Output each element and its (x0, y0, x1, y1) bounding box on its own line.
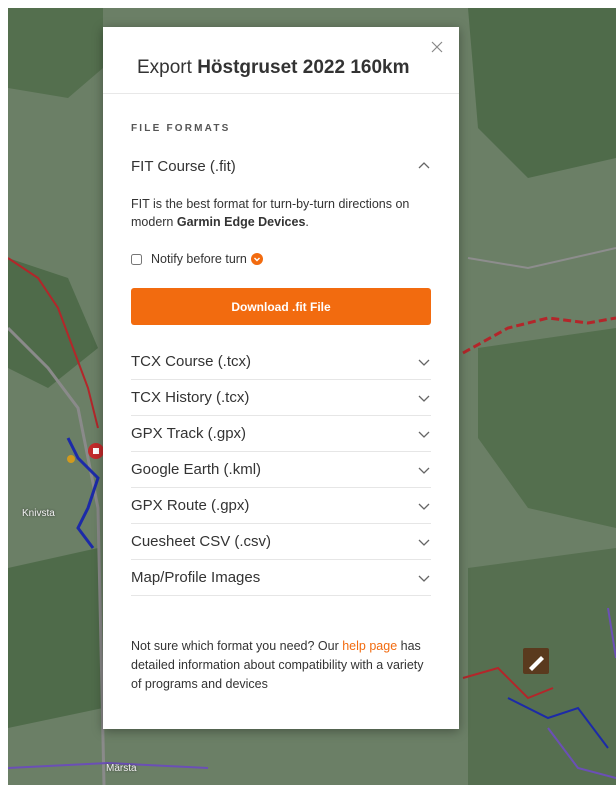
format-row-tcx-history[interactable]: TCX History (.tcx) (131, 380, 431, 416)
title-prefix: Export (137, 57, 192, 78)
map-place-label: Märsta (106, 763, 137, 774)
chevron-down-icon (418, 467, 430, 474)
title-route-name: Höstgruset 2022 160km (197, 57, 410, 78)
format-row-google-earth[interactable]: Google Earth (.kml) (131, 452, 431, 488)
format-label: TCX Course (.tcx) (131, 353, 252, 370)
close-icon[interactable] (429, 39, 445, 55)
notify-label: Notify before turn (151, 252, 247, 266)
format-row-cuesheet-csv[interactable]: Cuesheet CSV (.csv) (131, 524, 431, 560)
format-label: FIT Course (.fit) (131, 157, 236, 175)
format-label: Map/Profile Images (131, 569, 261, 586)
download-fit-button[interactable]: Download .fit File (131, 288, 431, 325)
chevron-down-icon (418, 539, 430, 546)
chevron-down-icon (418, 359, 430, 366)
format-fit-header[interactable]: FIT Course (.fit) (131, 148, 431, 184)
title-divider (103, 93, 459, 94)
format-row-tcx-course[interactable]: TCX Course (.tcx) (131, 344, 431, 380)
format-label: Cuesheet CSV (.csv) (131, 533, 272, 550)
description-bold: Garmin Edge Devices (176, 215, 306, 229)
format-label: Google Earth (.kml) (131, 461, 262, 478)
description-suffix: . (305, 215, 309, 229)
chevron-up-icon (418, 162, 430, 169)
chevron-down-icon (418, 575, 430, 582)
chevron-down-icon (418, 431, 430, 438)
format-label: GPX Route (.gpx) (131, 497, 250, 514)
notify-option[interactable]: Notify before turn (131, 252, 263, 266)
notify-checkbox[interactable] (131, 253, 142, 265)
map-place-label: Knivsta (22, 508, 55, 519)
section-label: FILE FORMATS (131, 123, 231, 134)
format-label: GPX Track (.gpx) (131, 425, 247, 442)
help-page-link[interactable]: help page (342, 639, 397, 653)
chevron-down-icon (418, 503, 430, 510)
format-description: FIT is the best format for turn-by-turn … (131, 195, 431, 231)
modal-title: Export Höstgruset 2022 160km (137, 57, 409, 79)
chevron-down-icon (418, 395, 430, 402)
info-icon[interactable] (250, 253, 263, 265)
export-modal: Export Höstgruset 2022 160km FILE FORMAT… (103, 27, 459, 729)
help-text: Not sure which format you need? Our help… (131, 637, 431, 694)
help-text-before: Not sure which format you need? Our (131, 639, 339, 653)
format-row-gpx-track[interactable]: GPX Track (.gpx) (131, 416, 431, 452)
format-row-map-images[interactable]: Map/Profile Images (131, 560, 431, 596)
format-label: TCX History (.tcx) (131, 389, 250, 406)
chevron-down-icon (253, 257, 260, 262)
format-row-gpx-route[interactable]: GPX Route (.gpx) (131, 488, 431, 524)
